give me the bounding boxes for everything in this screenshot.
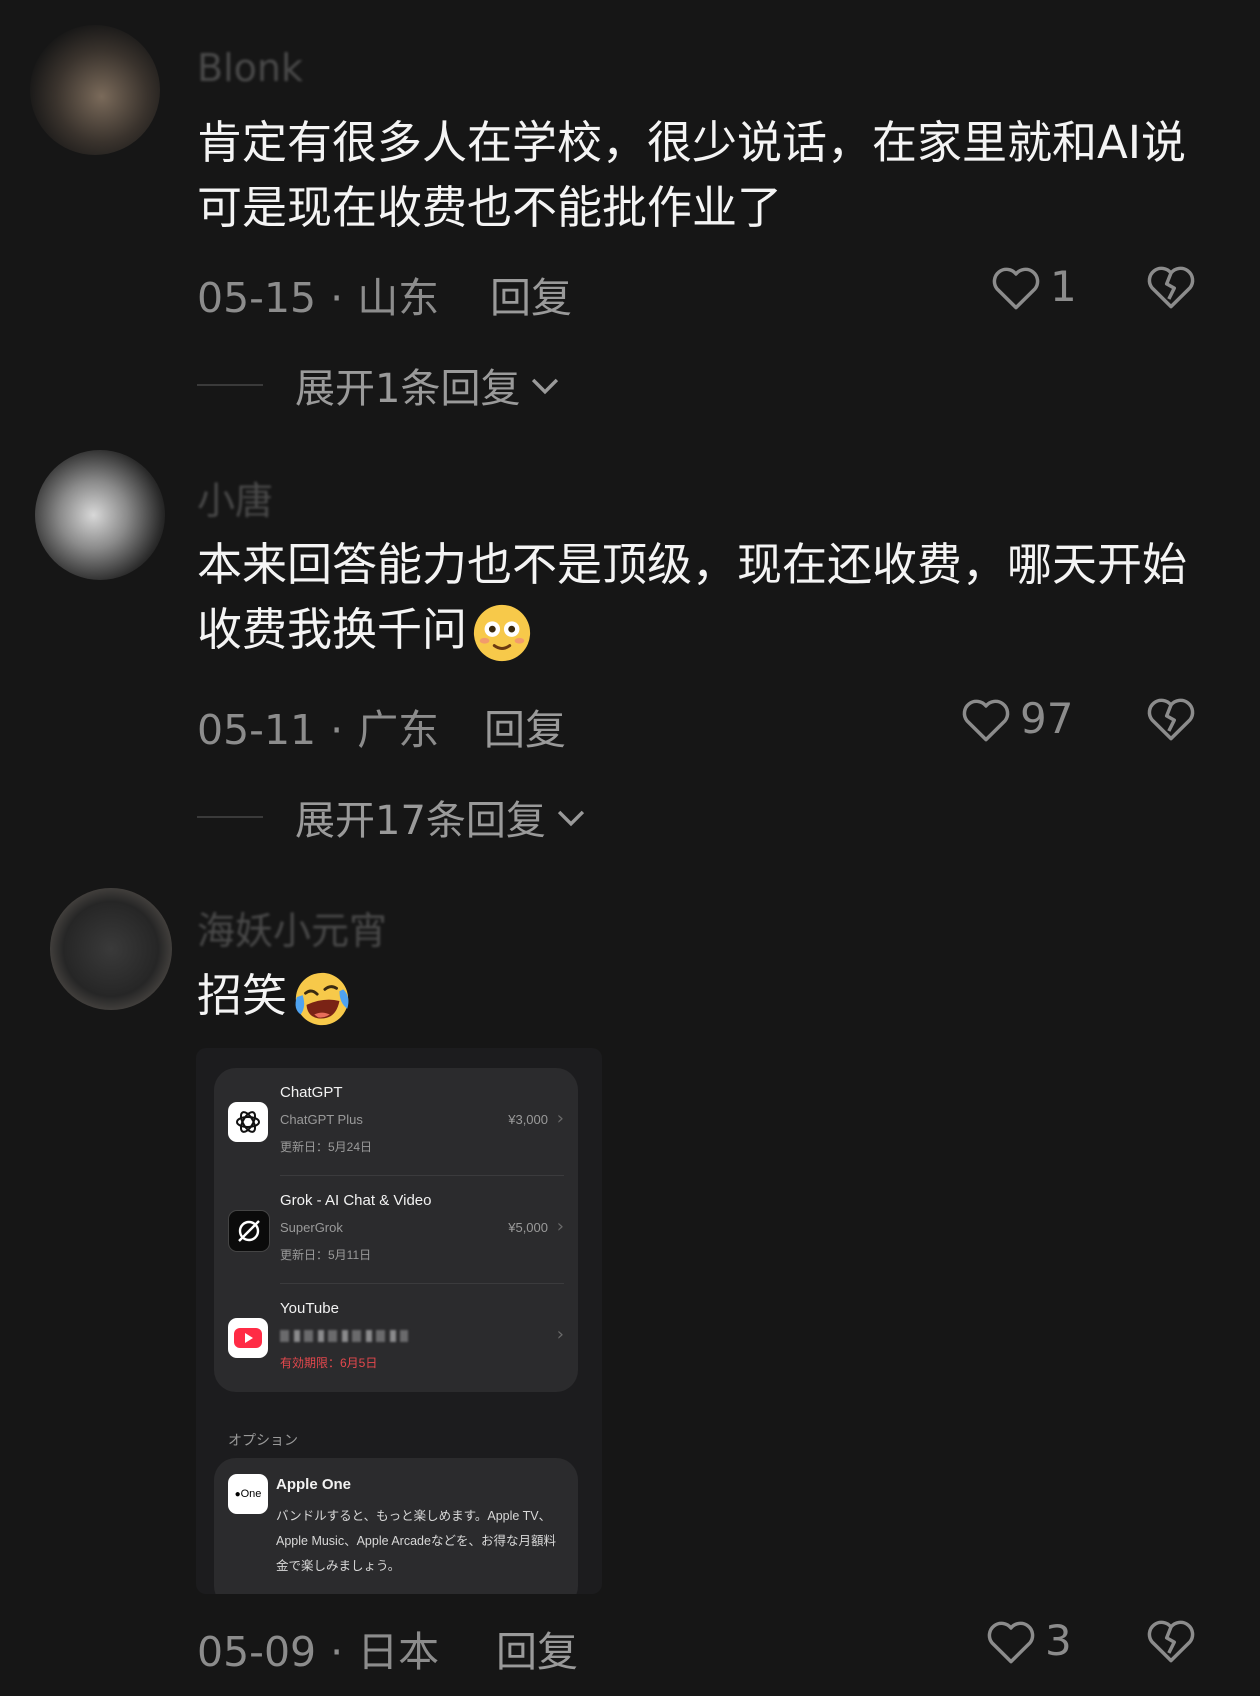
apple-one-description: バンドルすると、もっと楽しめます。Apple TV、Apple Music、Ap… bbox=[276, 1509, 556, 1573]
app-plan: ChatGPT Plus bbox=[280, 1112, 363, 1127]
comment-date: 05-15 bbox=[197, 274, 317, 322]
apple-one-title: Apple One bbox=[276, 1476, 352, 1493]
expand-replies-button[interactable]: 展开1条回复 bbox=[197, 356, 562, 414]
app-price: ¥3,000 bbox=[508, 1112, 548, 1127]
smiling-flushed-emoji-icon bbox=[473, 604, 531, 662]
comment-date: 05-11 bbox=[197, 706, 317, 754]
crying-laughing-emoji-icon bbox=[295, 972, 349, 1026]
comment-location: 日本 bbox=[357, 1628, 440, 1676]
expand-replies-label: 展开17条回复 bbox=[295, 798, 546, 844]
username[interactable]: 小唐 bbox=[197, 470, 273, 525]
like-button[interactable]: 97 bbox=[960, 694, 1073, 743]
youtube-logo-icon bbox=[228, 1318, 268, 1358]
expand-replies-button[interactable]: 展开17条回复 bbox=[197, 788, 588, 846]
comment-meta: 05-15 · 山东 bbox=[197, 274, 440, 322]
comment-location: 山东 bbox=[357, 274, 440, 322]
like-count: 1 bbox=[1050, 262, 1077, 311]
dislike-button[interactable] bbox=[1145, 694, 1197, 746]
comment-location: 广东 bbox=[357, 706, 440, 754]
comment-text: 本来回答能力也不是顶级，现在还收费，哪天开始收费我换千问 bbox=[197, 532, 1187, 664]
comment-text-content: 本来回答能力也不是顶级，现在还收费，哪天开始收费我换千问 bbox=[197, 538, 1188, 656]
subscriptions-card: ChatGPT ChatGPT Plus 更新日：5月24日 ¥3,000 › … bbox=[214, 1068, 578, 1392]
reply-button[interactable]: 回复 bbox=[490, 264, 572, 324]
app-name: YouTube bbox=[280, 1300, 339, 1317]
reply-button[interactable]: 回复 bbox=[496, 1618, 578, 1678]
app-plan-redacted bbox=[280, 1330, 408, 1342]
apple-one-card[interactable]: ● One Apple One バンドルすると、もっと楽しめます。Apple TV… bbox=[214, 1458, 578, 1594]
avatar[interactable] bbox=[30, 25, 160, 155]
heart-icon bbox=[992, 267, 1040, 309]
chevron-down-icon bbox=[557, 810, 585, 827]
like-button[interactable]: 1 bbox=[990, 262, 1077, 311]
username[interactable]: 海妖小元宵 bbox=[197, 900, 387, 955]
apple-one-icon-text: One bbox=[240, 1488, 262, 1500]
app-plan: SuperGrok bbox=[280, 1220, 343, 1235]
app-name: ChatGPT bbox=[280, 1084, 343, 1101]
divider-line bbox=[197, 816, 263, 818]
chevron-right-icon: › bbox=[556, 1216, 564, 1237]
divider-line bbox=[197, 384, 263, 386]
broken-heart-icon bbox=[1147, 698, 1195, 741]
avatar[interactable] bbox=[50, 888, 172, 1010]
comment-text-content: 招笑 bbox=[197, 969, 288, 1022]
renewal-date: 更新日：5月24日 bbox=[280, 1140, 373, 1154]
heart-icon bbox=[962, 699, 1010, 741]
apple-one-icon: ● One bbox=[228, 1474, 268, 1514]
app-price: ¥5,000 bbox=[508, 1220, 548, 1235]
comment-date: 05-09 bbox=[197, 1628, 317, 1676]
username[interactable]: Blonk bbox=[197, 46, 303, 90]
chevron-right-icon: › bbox=[556, 1108, 564, 1129]
attached-screenshot[interactable]: ChatGPT ChatGPT Plus 更新日：5月24日 ¥3,000 › … bbox=[196, 1048, 602, 1594]
broken-heart-icon bbox=[1147, 1620, 1195, 1663]
chevron-down-icon bbox=[532, 378, 559, 395]
app-name: Grok - AI Chat & Video bbox=[280, 1192, 432, 1209]
like-button[interactable]: 3 bbox=[985, 1616, 1072, 1665]
renewal-date: 更新日：5月11日 bbox=[280, 1248, 372, 1262]
expiry-date: 有効期限：6月5日 bbox=[280, 1356, 378, 1370]
like-count: 3 bbox=[1045, 1616, 1072, 1665]
chevron-right-icon: › bbox=[556, 1324, 564, 1345]
comment-meta: 05-11 · 广东 bbox=[197, 706, 440, 754]
dislike-button[interactable] bbox=[1145, 262, 1197, 314]
comment-meta: 05-09 · 日本 bbox=[197, 1628, 440, 1676]
like-count: 97 bbox=[1020, 694, 1074, 743]
chatgpt-logo-icon bbox=[228, 1102, 268, 1142]
comment-text: 招笑 bbox=[197, 963, 1187, 1030]
dislike-button[interactable] bbox=[1145, 1616, 1197, 1668]
heart-icon bbox=[987, 1621, 1035, 1663]
options-header: オプション bbox=[228, 1432, 298, 1448]
subscription-row[interactable]: Grok - AI Chat & Video SuperGrok 更新日：5月1… bbox=[214, 1176, 578, 1284]
broken-heart-icon bbox=[1147, 266, 1195, 309]
grok-logo-icon bbox=[228, 1210, 270, 1252]
avatar[interactable] bbox=[35, 450, 165, 580]
reply-button[interactable]: 回复 bbox=[484, 696, 566, 756]
subscription-row[interactable]: ChatGPT ChatGPT Plus 更新日：5月24日 ¥3,000 › bbox=[214, 1068, 578, 1176]
expand-replies-label: 展开1条回复 bbox=[295, 366, 521, 412]
comment-text: 肯定有很多人在学校，很少说话，在家里就和AI说 可是现在收费也不能批作业了 bbox=[197, 116, 1187, 234]
subscription-row[interactable]: YouTube 有効期限：6月5日 › bbox=[214, 1284, 578, 1392]
